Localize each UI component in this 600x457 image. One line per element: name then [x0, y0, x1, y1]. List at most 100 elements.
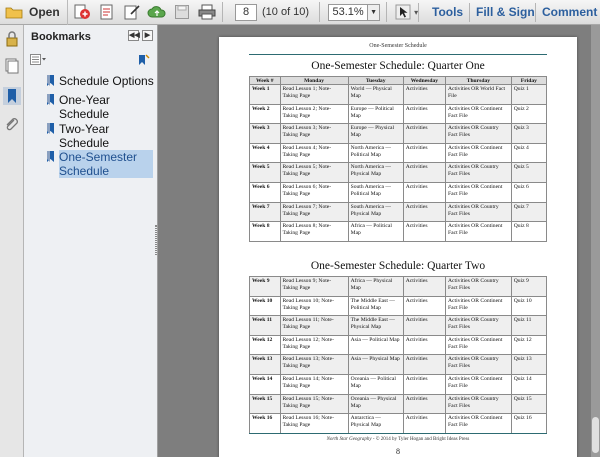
page-number-input[interactable]: 8	[235, 3, 257, 21]
lock-icon[interactable]	[4, 31, 20, 47]
table-cell: Asia — Physical Map	[347, 354, 404, 375]
save-icon[interactable]	[171, 3, 193, 21]
table-row: Week 6 Read Lesson 6; Note-Taking Page Sou…	[249, 181, 548, 203]
bookmark-label: One-Semester Schedule	[59, 150, 153, 178]
table-cell: Quiz 1	[510, 84, 548, 105]
table-cell: Week 3	[249, 123, 281, 144]
footer-copyright: - © 2014 by Tyler Hogan and Bright Ideas…	[371, 437, 470, 442]
tools-button[interactable]: Tools	[432, 0, 463, 25]
expand-panel-icon[interactable]: ▶	[142, 30, 153, 41]
table-cell: Activities OR Continent Fact File	[445, 334, 512, 356]
table-cell: Activities OR Continent Fact File	[445, 142, 512, 164]
bookmark-icon	[47, 151, 54, 162]
table-cell: Read Lesson 13; Note-Taking Page	[279, 354, 349, 375]
table-cell: Activities	[402, 84, 447, 105]
table-cell: Activities OR Continent Fact File	[445, 103, 512, 125]
table-cell: Activities OR Country Fact Files	[445, 393, 512, 415]
table-cell: Quiz 6	[510, 181, 548, 203]
document-viewer: One-Semester Schedule One-Semester Sched…	[158, 25, 600, 457]
create-icon[interactable]	[71, 3, 93, 21]
table-cell: Activities OR Continent Fact File	[445, 295, 512, 317]
page-count: (10 of 10)	[262, 6, 310, 18]
table-cell: Activities	[402, 315, 447, 336]
table-cell: Quiz 16	[510, 413, 548, 434]
table-cell: Quiz 5	[510, 162, 548, 183]
table-cell: Read Lesson 3; Note-Taking Page	[279, 123, 349, 144]
table-row: Week 5 Read Lesson 5; Note-Taking Page Nor…	[249, 162, 548, 183]
table-cell: Quiz 15	[510, 393, 548, 415]
table-cell: Read Lesson 15; Note-Taking Page	[279, 393, 349, 415]
table-cell: The Middle East — Political Map	[347, 295, 404, 317]
table-cell: Week 8	[249, 221, 281, 242]
bookmark-schedule-options[interactable]: Schedule Options	[46, 74, 154, 88]
table-cell: Read Lesson 14; Note-Taking Page	[279, 373, 349, 395]
table-cell: Asia — Political Map	[347, 334, 404, 356]
fill-sign-button[interactable]: Fill & Sign	[476, 0, 535, 25]
table-cell: Activities	[402, 162, 447, 183]
table-cell: Oceania — Physical Map	[347, 393, 404, 415]
table-cell: Activities OR Continent Fact File	[445, 413, 512, 434]
collapse-panel-icon[interactable]: ◀◀	[128, 30, 140, 41]
table-cell: Week 9	[249, 276, 281, 297]
table-cell: World — Physical Map	[347, 84, 404, 105]
table-cell: Activities	[402, 413, 447, 434]
bookmark-label: Two-Year Schedule	[59, 122, 110, 150]
zoom-dropdown-button[interactable]: ▼	[368, 3, 381, 21]
comment-button[interactable]: Comment	[542, 0, 597, 25]
table-cell: Activities	[402, 123, 447, 144]
table-header-row: Week # Monday Tuesday Wednesday Thursday Frid…	[249, 76, 548, 85]
toolbar-separator	[222, 2, 223, 22]
cloud-upload-icon[interactable]	[146, 3, 168, 21]
table-cell: Read Lesson 1; Note-Taking Page	[279, 84, 349, 105]
bookmark-one-year-schedule[interactable]: One-Year Schedule	[46, 93, 146, 121]
toolbar-separator	[418, 3, 419, 22]
table-cell: Activities	[402, 103, 447, 125]
bookmark-icon[interactable]	[3, 87, 21, 105]
printer-icon[interactable]	[196, 3, 218, 21]
quarter-one-title: One-Semester Schedule: Quarter One	[311, 60, 485, 72]
panel-resize-handle[interactable]	[155, 225, 157, 255]
footer-rule	[249, 433, 547, 434]
bookmarks-title: Bookmarks	[31, 31, 91, 43]
table-cell: Read Lesson 10; Note-Taking Page	[279, 295, 349, 317]
bookmark-icon	[47, 94, 54, 105]
table-cell: Activities	[402, 295, 447, 317]
table-cell: Activities	[402, 393, 447, 415]
sign-icon[interactable]	[121, 3, 143, 21]
scrollbar-thumb[interactable]	[592, 417, 599, 453]
column-header: Wednesday	[402, 76, 447, 85]
new-bookmark-icon[interactable]	[136, 54, 150, 66]
select-cursor-icon[interactable]	[394, 3, 412, 21]
bookmark-one-semester-schedule[interactable]: One-Semester Schedule	[46, 150, 156, 178]
table-cell: Read Lesson 12; Note-Taking Page	[279, 334, 349, 356]
table-cell: Week 15	[249, 393, 281, 415]
table-cell: Week 13	[249, 354, 281, 375]
header-rule	[249, 54, 547, 55]
table-cell: Activities OR Country Fact Files	[445, 276, 512, 297]
vertical-scrollbar[interactable]	[591, 25, 600, 457]
options-menu-icon[interactable]	[30, 54, 46, 65]
table-row: Week 12 Read Lesson 12; Note-Taking Page A…	[249, 334, 548, 356]
zoom-input[interactable]: 53.1%	[328, 3, 369, 21]
table-cell: Activities	[402, 201, 447, 223]
pages-icon[interactable]	[4, 58, 20, 74]
toolbar-separator	[319, 2, 321, 22]
table-cell: Quiz 2	[510, 103, 548, 125]
bookmark-label: Schedule Options	[59, 74, 154, 88]
bookmark-two-year-schedule[interactable]: Two-Year Schedule	[46, 122, 146, 150]
table-cell: Read Lesson 9; Note-Taking Page	[279, 276, 349, 297]
print-icon[interactable]	[96, 3, 118, 21]
table-cell: Quiz 8	[510, 221, 548, 242]
toolbar-separator	[535, 3, 536, 22]
table-row: Week 10 Read Lesson 10; Note-Taking Page T…	[249, 295, 548, 317]
table-cell: Activities OR Country Fact Files	[445, 354, 512, 375]
open-button[interactable]: Open	[0, 0, 68, 25]
table-cell: South America — Political Map	[347, 181, 404, 203]
column-header: Friday	[510, 76, 548, 85]
table-cell: Activities OR World Fact File	[445, 84, 512, 105]
main-toolbar: Open 8 (10 of 10) 53.1% ▼ ▾ Tools Fill &…	[0, 0, 600, 25]
paperclip-icon[interactable]	[4, 117, 20, 133]
table-cell: Week 4	[249, 142, 281, 164]
table-cell: North America — Physical Map	[347, 162, 404, 183]
table-row: Week 9 Read Lesson 9; Note-Taking Page Afr…	[249, 276, 548, 297]
